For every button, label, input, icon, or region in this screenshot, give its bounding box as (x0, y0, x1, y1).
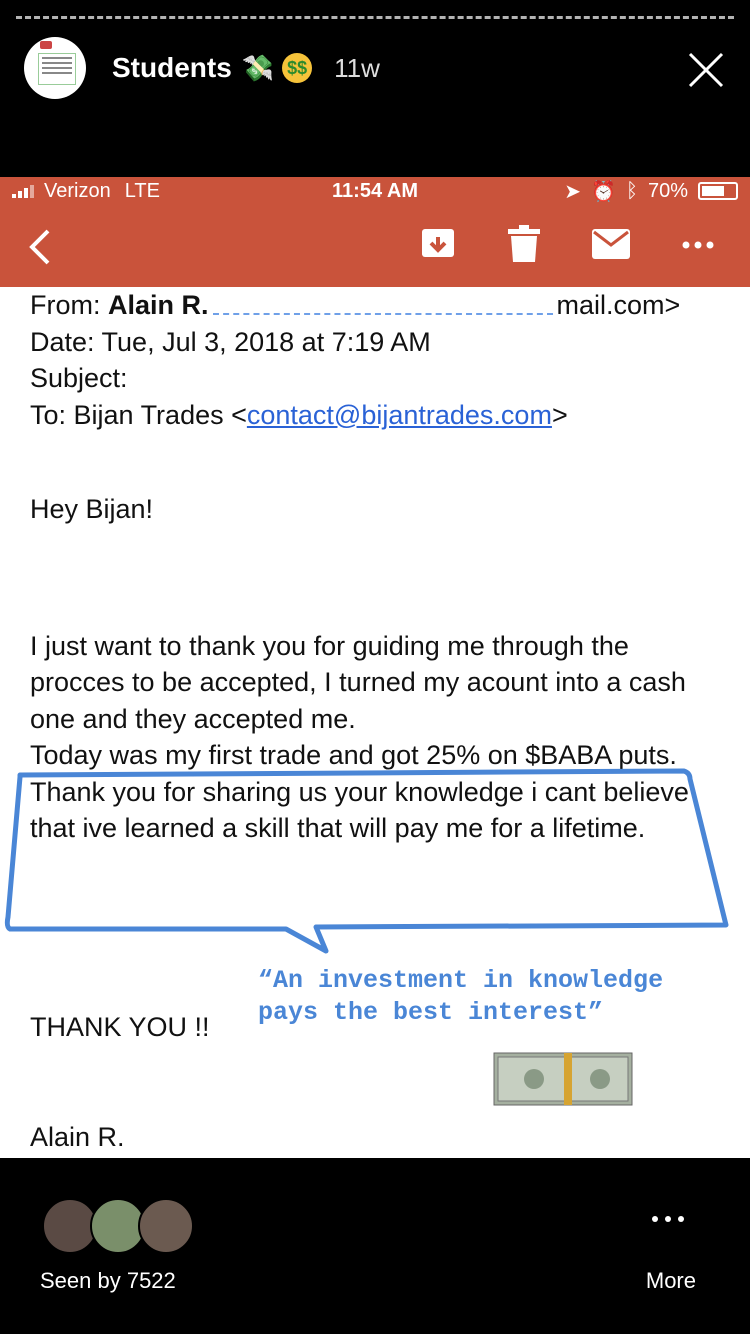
alarm-icon: ⏰ (591, 180, 616, 203)
story-age: 11w (334, 52, 380, 83)
phone-status-bar: Verizon LTE 11:54 AM ➤ ⏰ ᛒ 70% (0, 177, 750, 205)
quote-annotation: “An investment in knowledge pays the bes… (258, 966, 664, 1027)
more-options-icon[interactable] (682, 241, 714, 249)
carrier-label: Verizon (44, 179, 111, 202)
viewer-avatars[interactable] (42, 1198, 194, 1254)
story-header: Students 💸 $$ 11w (24, 36, 726, 100)
trash-icon[interactable] (508, 225, 540, 263)
battery-icon (698, 182, 738, 200)
email-body: From: Alain R. mail.com> Date: Tue, Jul 3… (30, 287, 720, 847)
archive-icon[interactable] (420, 225, 456, 261)
money-face-emoji-icon: $$ (282, 53, 313, 83)
mail-toolbar (0, 205, 750, 287)
from-line: From: Alain R. mail.com> (30, 290, 681, 320)
story-footer: Seen by 7522 More (0, 1158, 750, 1334)
back-icon[interactable] (26, 227, 52, 267)
money-wings-emoji-icon: 💸 (241, 52, 275, 83)
username[interactable]: Students (112, 52, 232, 84)
more-button[interactable]: More (646, 1268, 696, 1294)
thank-you-line: THANK YOU !! (30, 1012, 210, 1042)
location-icon: ➤ (564, 180, 582, 203)
greeting: Hey Bijan! (30, 494, 154, 524)
to-line: To: Bijan Trades <contact@bijantrades.co… (30, 399, 568, 430)
network-label: LTE (124, 179, 160, 202)
highlight-speech-bubble (4, 768, 729, 954)
signal-icon (12, 184, 36, 198)
battery-percent: 70% (647, 179, 688, 202)
story-progress-bar (16, 16, 734, 22)
bluetooth-icon: ᛒ (625, 179, 638, 202)
profile-avatar[interactable] (24, 37, 86, 99)
seen-by-count[interactable]: Seen by 7522 (40, 1268, 176, 1294)
viewer-avatar (138, 1198, 194, 1254)
mail-icon[interactable] (592, 229, 630, 259)
date-line: Date: Tue, Jul 3, 2018 at 7:19 AM (30, 326, 431, 357)
money-stack-image (493, 1052, 633, 1106)
story-media-screenshot: Verizon LTE 11:54 AM ➤ ⏰ ᛒ 70% From: Ala… (0, 177, 750, 1158)
signoff-name: Alain R. (30, 1122, 125, 1152)
email-link[interactable]: contact@bijantrades.com (247, 400, 552, 430)
paragraph-thanks: I just want to thank you for guiding me … (30, 630, 686, 734)
more-icon[interactable] (652, 1216, 684, 1222)
subject-line: Subject: (30, 363, 128, 393)
close-icon[interactable] (686, 50, 726, 90)
